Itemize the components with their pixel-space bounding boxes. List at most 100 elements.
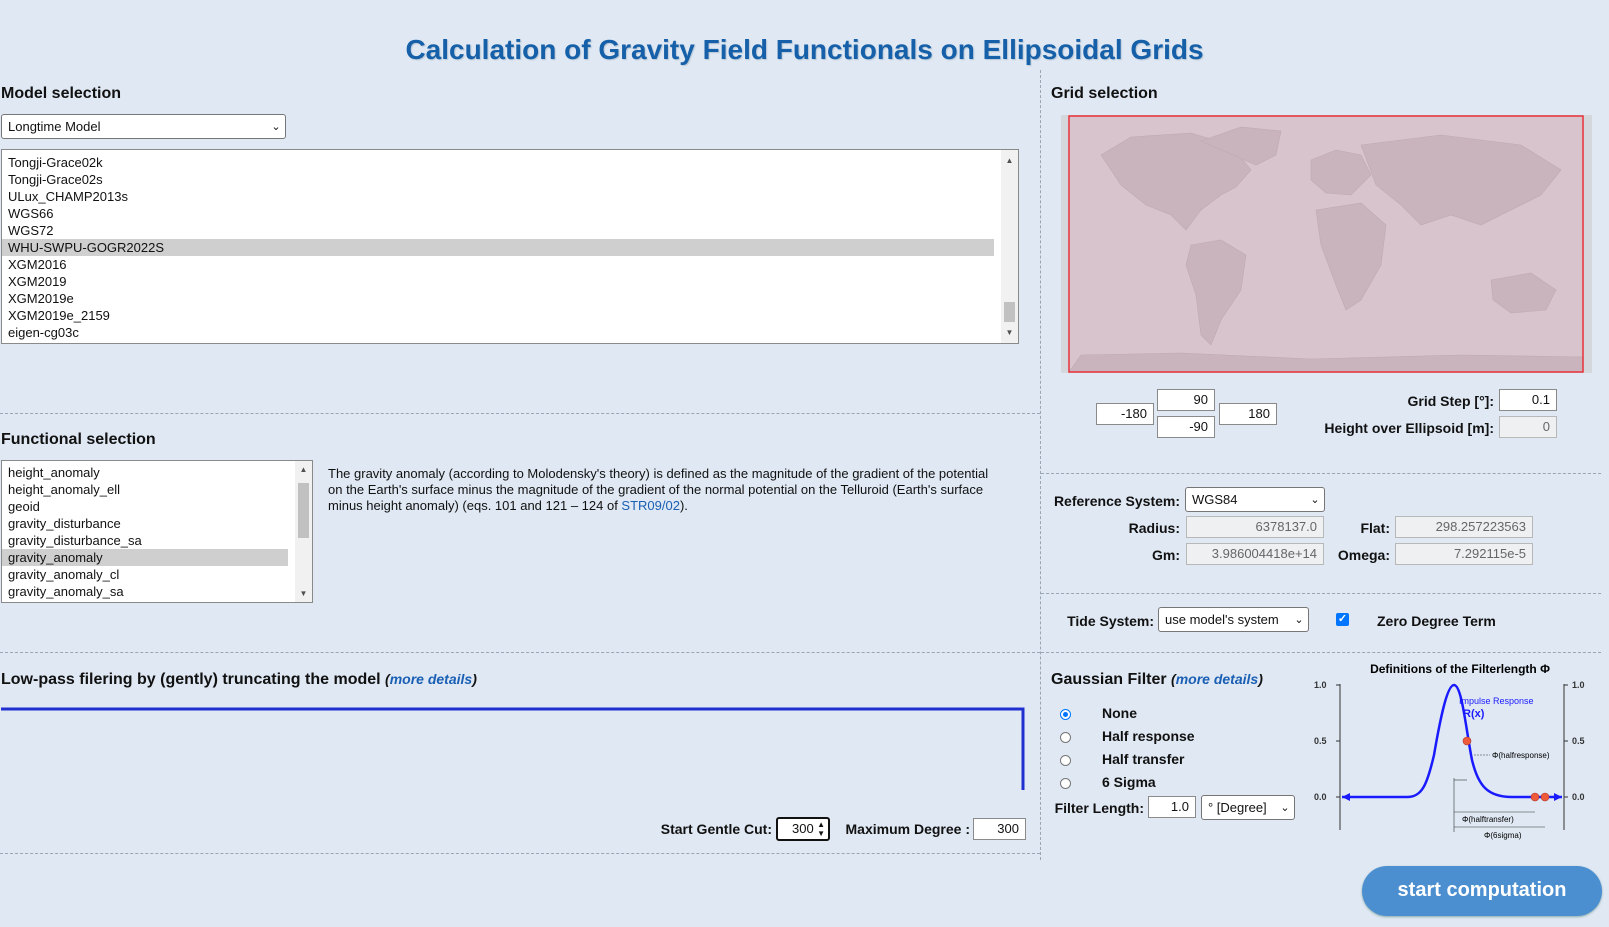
gaussian-section-title: Gaussian Filter (more details)	[1051, 671, 1263, 688]
flat-input[interactable]: 298.257223563	[1395, 516, 1533, 538]
model-list-item[interactable]: XGM2019	[2, 273, 1018, 290]
grid-west-input[interactable]: -180	[1096, 403, 1154, 425]
scroll-down-arrow-icon[interactable]: ▼	[295, 585, 312, 602]
filter-unit-value: ° [Degree]	[1208, 800, 1267, 815]
divider-functional-lowpass	[0, 652, 1040, 653]
model-list-item[interactable]: XGM2016	[2, 256, 1018, 273]
scroll-thumb[interactable]	[1004, 302, 1015, 322]
model-list-item[interactable]: Tongji-Grace02s	[2, 171, 1018, 188]
column-divider	[1040, 70, 1041, 860]
truncation-curve	[1, 707, 1025, 790]
height-ellipsoid-label: Height over Ellipsoid [m]:	[1324, 420, 1494, 436]
gaussian-option-label: Half transfer	[1102, 751, 1185, 767]
model-type-value: Longtime Model	[8, 119, 101, 134]
functional-list-item[interactable]: height_anomaly	[2, 464, 288, 481]
reference-system-value: WGS84	[1192, 492, 1238, 507]
page-title: Calculation of Gravity Field Functionals…	[405, 34, 1204, 65]
y-tick-right-1: 1.0	[1572, 680, 1585, 690]
model-list-item[interactable]: XGM2019e	[2, 290, 1018, 307]
start-computation-button[interactable]: start computation	[1362, 866, 1602, 916]
gaussian-more-details-link[interactable]: more details	[1176, 671, 1258, 687]
functional-list-item[interactable]: gravity_anomaly_cl	[2, 566, 288, 583]
grid-section-title: Grid selection	[1051, 85, 1158, 102]
description-end: ).	[679, 498, 688, 513]
filter-length-label: Filter Length:	[1054, 800, 1144, 816]
lowpass-more-details-link[interactable]: more details	[390, 671, 472, 687]
flat-label: Flat:	[1360, 520, 1390, 536]
reference-system-select[interactable]: WGS84 ⌄	[1185, 487, 1325, 512]
grid-east-input[interactable]: 180	[1219, 403, 1277, 425]
functional-list-scrollbar[interactable]: ▲ ▼	[295, 461, 312, 602]
model-listbox[interactable]: Tongji-Grace02k Tongji-Grace02s ULux_CHAMP…	[1, 149, 1019, 344]
y-tick-left-3: 0.0	[1314, 792, 1327, 802]
functional-section-title: Functional selection	[1, 431, 156, 448]
radius-input[interactable]: 6378137.0	[1186, 516, 1324, 538]
functional-list-item[interactable]: gravity_disturbance	[2, 515, 288, 532]
halftransfer-marker	[1530, 792, 1540, 802]
diagram-title: Definitions of the Filterlength Φ	[1370, 662, 1550, 676]
grid-north-input[interactable]: 90	[1157, 389, 1215, 411]
sixsigma-marker	[1540, 792, 1550, 802]
filter-unit-select[interactable]: ° [Degree] ⌄	[1201, 795, 1295, 820]
chevron-down-icon: ⌄	[1310, 494, 1320, 506]
scroll-up-arrow-icon[interactable]: ▲	[295, 461, 312, 478]
scroll-thumb[interactable]	[298, 483, 309, 538]
tide-system-value: use model's system	[1165, 612, 1279, 627]
scroll-up-arrow-icon[interactable]: ▲	[1001, 152, 1018, 169]
model-list-item[interactable]: ULux_CHAMP2013s	[2, 188, 1018, 205]
divider-tide-gaussian	[1041, 652, 1601, 653]
tide-system-label: Tide System:	[1067, 613, 1154, 629]
omega-input[interactable]: 7.292115e-5	[1395, 543, 1533, 565]
grid-step-input[interactable]: 0.1	[1499, 389, 1557, 411]
gaussian-option-radio[interactable]	[1060, 778, 1071, 789]
impulse-response-label: Impulse Response	[1459, 696, 1534, 706]
divider-lowpass-bottom	[0, 853, 1040, 854]
y-tick-left-1: 1.0	[1314, 680, 1327, 690]
world-map[interactable]	[1061, 115, 1592, 373]
lowpass-title-text: Low-pass filering by (gently) truncating…	[1, 671, 381, 688]
model-list-scrollbar[interactable]: ▲ ▼	[1001, 150, 1018, 343]
functional-list-item[interactable]: gravity_disturbance_sa	[2, 532, 288, 549]
model-list-item[interactable]: WGS66	[2, 205, 1018, 222]
height-ellipsoid-input[interactable]: 0	[1499, 416, 1557, 438]
functional-listbox[interactable]: height_anomaly height_anomaly_ell geoid gra…	[1, 460, 313, 603]
gm-label: Gm:	[1152, 547, 1180, 563]
scroll-down-arrow-icon[interactable]: ▼	[1001, 324, 1018, 341]
curve-arrow-left	[1342, 793, 1350, 801]
model-list-item[interactable]: XGM2019e_2159	[2, 307, 1018, 324]
model-list-item[interactable]: Tongji-Grace02k	[2, 154, 1018, 171]
functional-list-item[interactable]: gravity_anomaly	[2, 549, 288, 566]
max-degree-label: Maximum Degree :	[845, 821, 970, 837]
gaussian-option-radio[interactable]	[1060, 755, 1071, 766]
radius-label: Radius:	[1128, 520, 1180, 536]
omega-label: Omega:	[1337, 547, 1390, 563]
start-cut-stepper[interactable]: 300 ▲ ▼	[776, 817, 830, 841]
chevron-down-icon: ⌄	[271, 121, 281, 133]
halfresponse-marker	[1462, 736, 1472, 746]
grid-step-label: Grid Step [°]:	[1407, 393, 1494, 409]
filter-length-input[interactable]: 1.0	[1148, 796, 1196, 818]
tide-system-select[interactable]: use model's system ⌄	[1158, 607, 1309, 632]
gaussian-option-radio[interactable]	[1060, 709, 1071, 720]
model-list-item[interactable]: WGS72	[2, 222, 1018, 239]
max-degree-input[interactable]: 300	[973, 818, 1026, 840]
grid-south-input[interactable]: -90	[1157, 416, 1215, 438]
gm-input[interactable]: 3.986004418e+14	[1186, 543, 1324, 565]
functional-list-item[interactable]: height_anomaly_ell	[2, 481, 288, 498]
zero-degree-checkbox[interactable]: ✓	[1336, 613, 1349, 626]
stepper-arrows-icon[interactable]: ▲ ▼	[817, 820, 825, 838]
gaussian-option-label: Half response	[1102, 728, 1195, 744]
lowpass-truncation-graph	[1, 707, 1025, 790]
str-reference-link[interactable]: STR09/02	[621, 498, 680, 513]
rx-label: R(x)	[1463, 708, 1485, 720]
functional-list-item[interactable]: geoid	[2, 498, 288, 515]
sixsigma-label: Φ(6sigma)	[1484, 831, 1522, 840]
curve-arrow-right	[1554, 793, 1562, 801]
model-list-item[interactable]: eigen-cg03c	[2, 324, 1018, 341]
functional-list-item[interactable]: gravity_anomaly_sa	[2, 583, 288, 600]
model-type-select[interactable]: Longtime Model ⌄	[1, 114, 286, 139]
filterlength-diagram: Definitions of the Filterlength Φ 1.0 0.…	[1314, 662, 1585, 840]
gaussian-option-radio[interactable]	[1060, 732, 1071, 743]
halftransfer-label: Φ(halftransfer)	[1462, 815, 1514, 824]
model-list-item[interactable]: WHU-SWPU-GOGR2022S	[2, 239, 994, 256]
